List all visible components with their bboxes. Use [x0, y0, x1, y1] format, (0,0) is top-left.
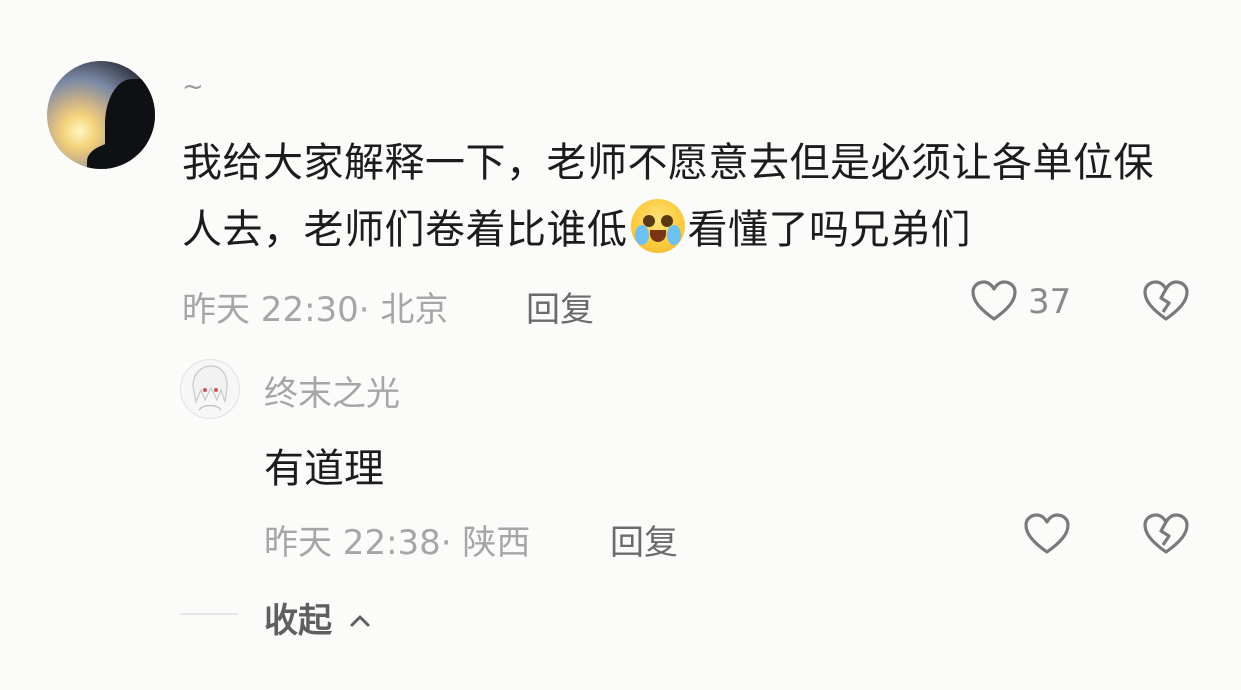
replier-username[interactable]: 终末之光 [264, 366, 400, 415]
comment-reply-button[interactable]: 回复 [526, 282, 594, 331]
comment-dislike-button[interactable] [1142, 279, 1190, 327]
collapse-replies-button[interactable]: 收起 [264, 593, 372, 642]
heart-outline-icon [971, 280, 1017, 321]
crying-laughing-emoji-icon [630, 199, 685, 253]
replier-avatar[interactable] [180, 359, 240, 419]
anime-avatar-icon [192, 365, 228, 411]
reply-time-location: 昨天 22:38· 陕西 [264, 523, 531, 563]
comment-text-part-2: 看懂了吗兄弟们 [687, 207, 971, 253]
comment-text: 我给大家解释一下，老师不愿意去但是必须让各单位保人去，老师们卷着比谁低 看懂了吗兄… [182, 130, 1192, 264]
avatar-silhouette-shoulders [87, 141, 155, 169]
chevron-up-icon [350, 615, 370, 627]
reply-like-button[interactable] [1023, 512, 1071, 560]
reply-reply-button[interactable]: 回复 [610, 515, 678, 564]
heart-outline-icon [1024, 513, 1070, 554]
broken-heart-icon [1143, 513, 1189, 554]
comment-like-button[interactable] [970, 279, 1018, 327]
comment-like-count: 37 [1028, 282, 1072, 322]
broken-heart-icon [1143, 280, 1189, 321]
reply-text: 有道理 [264, 446, 384, 492]
collapse-label: 收起 [264, 601, 332, 641]
commenter-avatar[interactable] [47, 61, 155, 169]
collapse-divider [180, 613, 238, 615]
comment-time-location: 昨天 22:30· 北京 [182, 290, 449, 330]
reply-dislike-button[interactable] [1142, 512, 1190, 560]
commenter-username[interactable]: ~ [182, 72, 204, 102]
